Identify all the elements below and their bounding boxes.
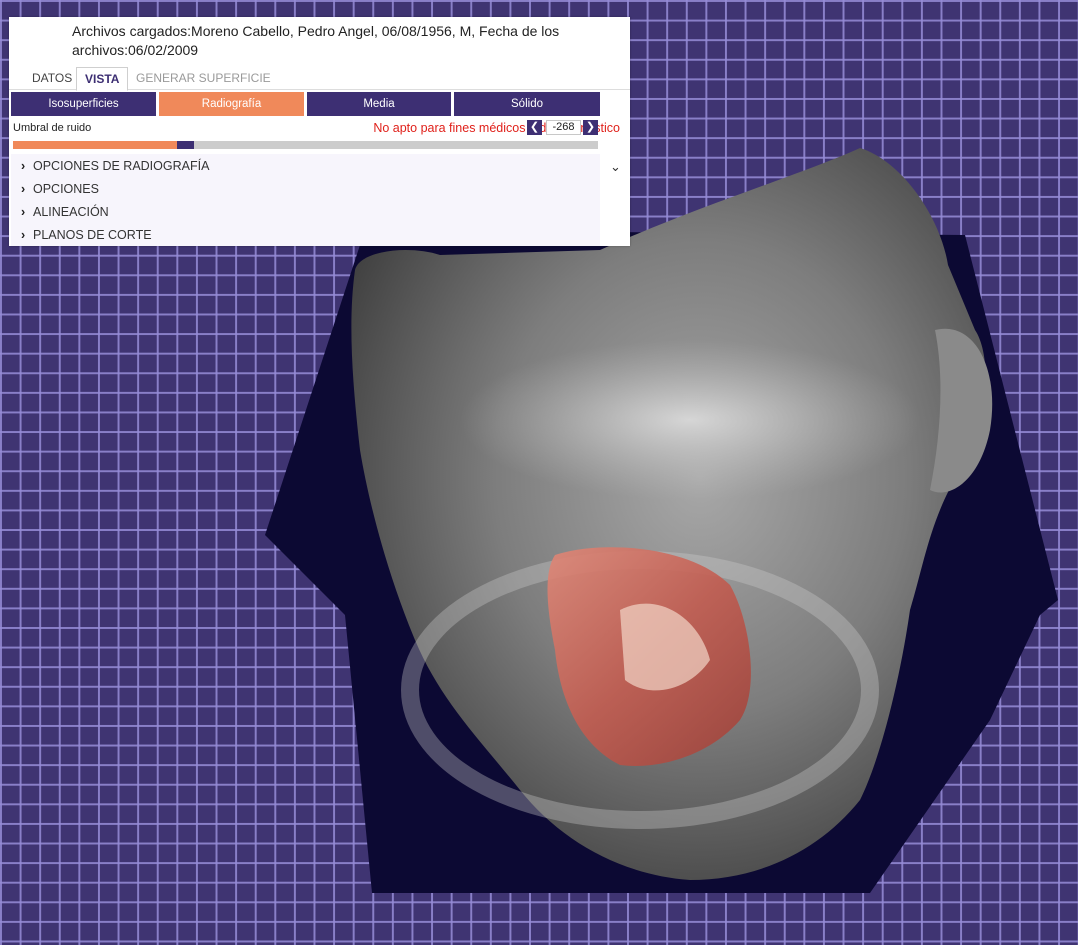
chevron-right-icon[interactable]: ❯: [583, 120, 598, 135]
noise-threshold-slider[interactable]: [13, 141, 598, 149]
render-mode-selector: Isosuperficies Radiografía Media Sólido: [11, 92, 601, 116]
chevron-down-icon[interactable]: ⌄: [610, 159, 621, 175]
section-opciones-radiografia[interactable]: › OPCIONES DE RADIOGRAFÍA: [21, 156, 209, 176]
solido-button[interactable]: Sólido: [454, 92, 600, 116]
section-planos-de-corte[interactable]: › PLANOS DE CORTE: [21, 225, 152, 245]
chevron-right-icon: ›: [21, 159, 26, 173]
section-alineacion[interactable]: › ALINEACIÓN: [21, 202, 109, 222]
chevron-right-icon: ›: [21, 182, 26, 196]
section-label: OPCIONES: [33, 182, 99, 196]
section-opciones[interactable]: › OPCIONES: [21, 179, 99, 199]
section-label: OPCIONES DE RADIOGRAFÍA: [33, 159, 210, 173]
noise-threshold-value[interactable]: -268: [546, 120, 581, 135]
noise-threshold-label: Umbral de ruido: [13, 122, 92, 134]
loaded-files-info: Archivos cargados:Moreno Cabello, Pedro …: [72, 23, 560, 58]
media-button[interactable]: Media: [307, 92, 451, 116]
chevron-right-icon: ›: [21, 228, 26, 242]
slider-fill: [13, 141, 177, 149]
section-label: PLANOS DE CORTE: [33, 228, 152, 242]
tab-vista[interactable]: VISTA: [76, 67, 129, 91]
chevron-right-icon: ›: [21, 205, 26, 219]
slider-handle[interactable]: [176, 141, 194, 149]
tab-generar-superficie: GENERAR SUPERFICIE: [136, 71, 271, 85]
tab-datos[interactable]: DATOS: [24, 67, 80, 89]
panel-tabs: DATOS VISTA GENERAR SUPERFICIE No apto p…: [9, 67, 630, 135]
isosuperficies-button[interactable]: Isosuperficies: [11, 92, 156, 116]
noise-threshold-stepper: ❮ -268 ❯: [527, 120, 601, 137]
radiografia-button[interactable]: Radiografía: [159, 92, 304, 116]
options-accordion: › OPCIONES DE RADIOGRAFÍA › OPCIONES › ALIN…: [11, 154, 600, 246]
chevron-left-icon[interactable]: ❮: [527, 120, 542, 135]
skull-radiograph: [460, 340, 920, 500]
control-panel: Archivos cargados:Moreno Cabello, Pedro …: [9, 17, 630, 246]
section-label: ALINEACIÓN: [33, 205, 109, 219]
